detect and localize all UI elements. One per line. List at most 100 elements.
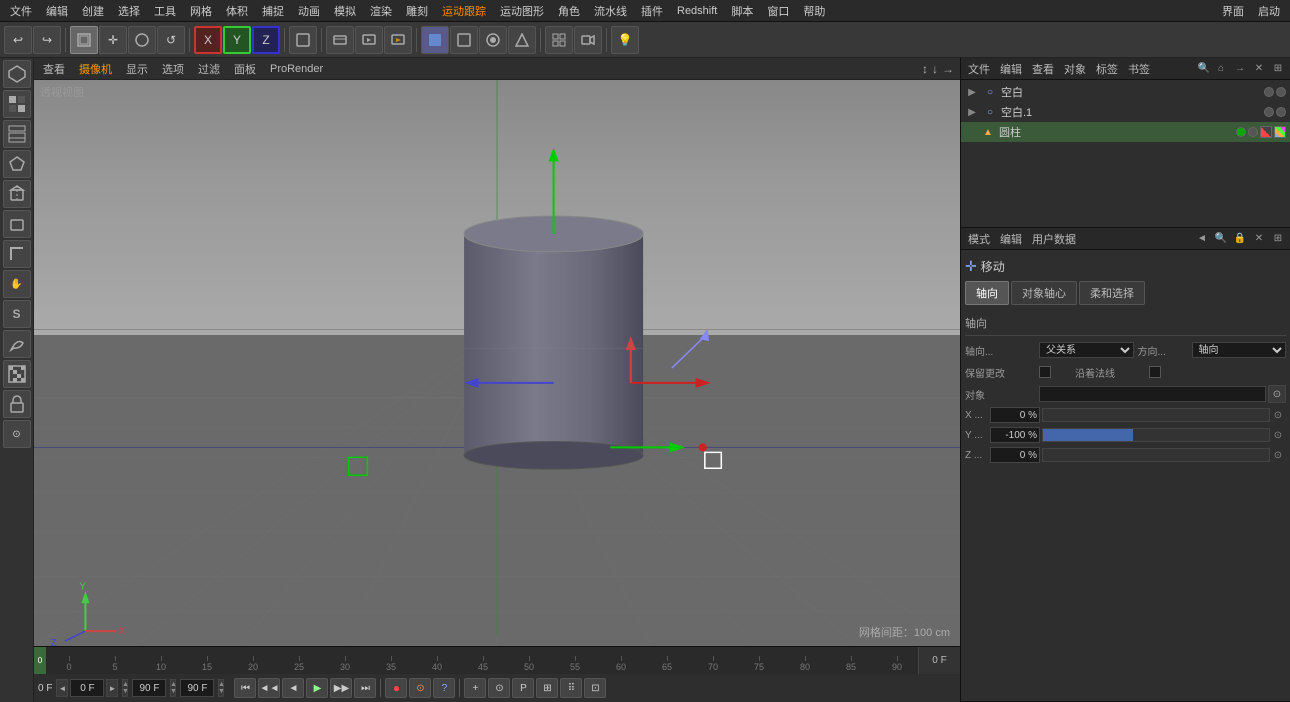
- xyz-x-slider[interactable]: [1042, 408, 1270, 422]
- render-region-button[interactable]: [326, 26, 354, 54]
- menu-item-create[interactable]: 创建: [76, 1, 110, 21]
- sidebar-lock-btn[interactable]: [3, 390, 31, 418]
- menu-item-startup[interactable]: 启动: [1252, 1, 1286, 21]
- attr-icon-search[interactable]: 🔍: [1213, 231, 1229, 247]
- shading-wire-button[interactable]: [450, 26, 478, 54]
- tab-object-axis[interactable]: 对象轴心: [1011, 281, 1077, 305]
- sidebar-sculpt-btn[interactable]: [3, 330, 31, 358]
- frame-rate-button[interactable]: ⊞: [536, 678, 558, 698]
- menu-item-file[interactable]: 文件: [4, 1, 38, 21]
- vt-options[interactable]: 选项: [159, 60, 187, 78]
- menu-item-mograph[interactable]: 运动跟踪: [436, 1, 492, 21]
- vt-filter[interactable]: 过滤: [195, 60, 223, 78]
- obj-icon-arrow-right[interactable]: →: [1232, 61, 1248, 77]
- y-axis-button[interactable]: Y: [223, 26, 251, 54]
- menu-item-window[interactable]: 窗口: [761, 1, 795, 21]
- menu-item-pipeline[interactable]: 流水线: [588, 1, 633, 21]
- auto-key-button[interactable]: ⊙: [409, 678, 431, 698]
- xyz-z-field[interactable]: [990, 447, 1040, 463]
- shading-quick-button[interactable]: [508, 26, 536, 54]
- obj-item-cylinder[interactable]: ▲ 圆柱: [961, 122, 1290, 142]
- next-key-button[interactable]: ▶▶: [330, 678, 352, 698]
- vt-view[interactable]: 查看: [40, 60, 68, 78]
- record-button[interactable]: ●: [385, 678, 407, 698]
- camera-button[interactable]: [574, 26, 602, 54]
- obj-icon-maximize[interactable]: ⊞: [1270, 61, 1286, 77]
- obj-menu-view[interactable]: 查看: [1029, 60, 1057, 78]
- sidebar-cube-btn[interactable]: [3, 60, 31, 88]
- dots-grid-button[interactable]: ⠿: [560, 678, 582, 698]
- sidebar-grid-btn[interactable]: [3, 120, 31, 148]
- obj-menu-file[interactable]: 文件: [965, 60, 993, 78]
- attr-object-btn[interactable]: ⊙: [1268, 385, 1286, 403]
- xyz-y-reset[interactable]: ⊙: [1270, 427, 1286, 443]
- obj-icon-home[interactable]: ⌂: [1213, 61, 1229, 77]
- obj-menu-bookmark[interactable]: 书签: [1125, 60, 1153, 78]
- obj-item-empty1[interactable]: ▶ ○ 空白: [961, 82, 1290, 102]
- obj-item-empty2[interactable]: ▶ ○ 空白.1: [961, 102, 1290, 122]
- menu-item-edit[interactable]: 编辑: [40, 1, 74, 21]
- total-frames-input[interactable]: [180, 679, 214, 697]
- menu-item-script[interactable]: 脚本: [725, 1, 759, 21]
- prev-frame-button[interactable]: ◄◄: [258, 678, 280, 698]
- sidebar-hand-btn[interactable]: ✋: [3, 270, 31, 298]
- attr-object-field[interactable]: [1039, 386, 1266, 402]
- attr-value-object[interactable]: ⊙: [1039, 385, 1286, 403]
- sidebar-checker-btn[interactable]: [3, 90, 31, 118]
- attr-icon-maximize[interactable]: ⊞: [1270, 231, 1286, 247]
- menu-item-select[interactable]: 选择: [112, 1, 146, 21]
- sidebar-checker2-btn[interactable]: [3, 360, 31, 388]
- menu-item-interface[interactable]: 界面: [1216, 1, 1250, 21]
- sidebar-cube2-btn[interactable]: [3, 180, 31, 208]
- play-button[interactable]: ▶: [306, 678, 328, 698]
- object-mode-button[interactable]: [289, 26, 317, 54]
- menu-item-mesh[interactable]: 网格: [184, 1, 218, 21]
- attr-select-direction[interactable]: 轴向: [1192, 342, 1287, 358]
- question-button[interactable]: ?: [433, 678, 455, 698]
- sidebar-s-btn[interactable]: S: [3, 300, 31, 328]
- attr-icon-left[interactable]: ◄: [1194, 231, 1210, 247]
- vt-camera[interactable]: 摄像机: [76, 60, 115, 78]
- x-axis-button[interactable]: X: [194, 26, 222, 54]
- obj-menu-tag[interactable]: 标签: [1093, 60, 1121, 78]
- vt-prorender[interactable]: ProRender: [267, 62, 326, 76]
- attr-menu-mode[interactable]: 模式: [965, 230, 993, 248]
- select-tool-button[interactable]: [70, 26, 98, 54]
- sidebar-3d-btn[interactable]: [3, 210, 31, 238]
- sidebar-circle-btn[interactable]: ⊙: [3, 420, 31, 448]
- xyz-z-reset[interactable]: ⊙: [1270, 447, 1286, 463]
- menu-item-simulate[interactable]: 模拟: [328, 1, 362, 21]
- menu-item-volume[interactable]: 体积: [220, 1, 254, 21]
- menu-item-snapping[interactable]: 捕捉: [256, 1, 290, 21]
- xyz-y-slider[interactable]: [1042, 428, 1270, 442]
- current-frame-input[interactable]: [70, 679, 104, 697]
- xyz-x-field[interactable]: [990, 407, 1040, 423]
- menu-item-tools[interactable]: 工具: [148, 1, 182, 21]
- menu-item-redshift[interactable]: Redshift: [671, 3, 723, 19]
- frame-spin-down[interactable]: ◄: [56, 679, 68, 697]
- attr-value-axis[interactable]: 父关系: [1039, 342, 1134, 358]
- render-view-button[interactable]: [355, 26, 383, 54]
- vt-display[interactable]: 显示: [123, 60, 151, 78]
- menu-item-render[interactable]: 渲染: [364, 1, 398, 21]
- attr-checkbox-along[interactable]: [1149, 366, 1161, 378]
- attr-icon-close[interactable]: ✕: [1251, 231, 1267, 247]
- key-settings-button[interactable]: ⊙: [488, 678, 510, 698]
- menu-item-sculpt[interactable]: 雕刻: [400, 1, 434, 21]
- rotate-tool-button[interactable]: ↺: [157, 26, 185, 54]
- prev-key-button[interactable]: ◄: [282, 678, 304, 698]
- vt-icon-arrows[interactable]: ↕ ↓ →: [922, 62, 954, 76]
- attr-menu-edit[interactable]: 编辑: [997, 230, 1025, 248]
- sidebar-corner-btn[interactable]: [3, 240, 31, 268]
- attr-value-direction[interactable]: 轴向: [1192, 342, 1287, 358]
- end-frame-input[interactable]: [132, 679, 166, 697]
- attr-menu-userdata[interactable]: 用户数据: [1029, 230, 1079, 248]
- frame-spin-up[interactable]: ►: [106, 679, 118, 697]
- attr-icon-lock[interactable]: 🔒: [1232, 231, 1248, 247]
- light-button[interactable]: 💡: [611, 26, 639, 54]
- goto-end-button[interactable]: ⏭: [354, 678, 376, 698]
- render-button[interactable]: [384, 26, 412, 54]
- ruler-area[interactable]: 0 5 10 15 20 25 30 35 40 45 50 55 60 65: [46, 647, 918, 674]
- tab-axis[interactable]: 轴向: [965, 281, 1009, 305]
- menu-item-character[interactable]: 角色: [552, 1, 586, 21]
